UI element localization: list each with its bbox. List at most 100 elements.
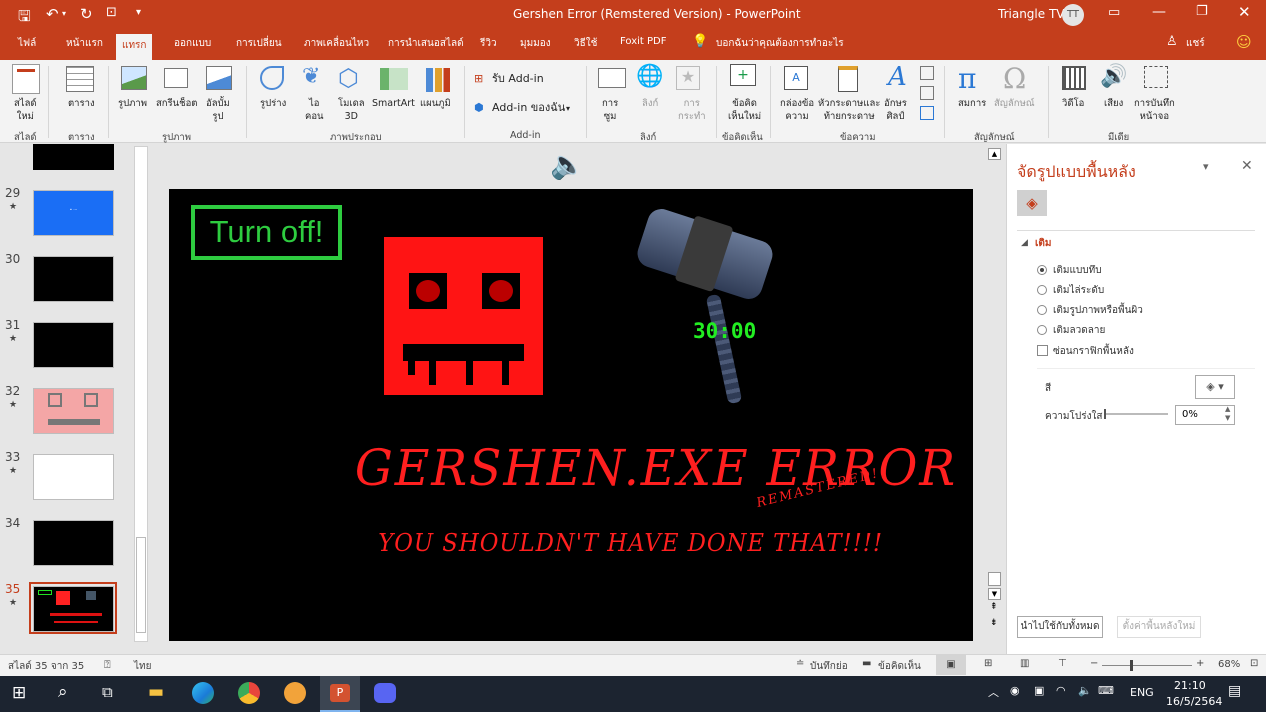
share-icon[interactable]: ♙ <box>1166 34 1178 49</box>
textbox-icon[interactable]: A <box>784 66 808 90</box>
pane-close-icon[interactable]: ✕ <box>1241 158 1253 174</box>
slide-sorter-icon[interactable]: ⊞ <box>984 658 992 669</box>
comments-button[interactable]: ข้อคิดเห็น <box>878 659 921 674</box>
smartart-button[interactable]: SmartArt <box>372 97 415 110</box>
slide-thumbnail-31[interactable] <box>33 322 114 368</box>
task-view-icon[interactable]: ⧉ <box>102 683 113 701</box>
clock-date[interactable]: 16/5/2564 <box>1166 695 1222 708</box>
previous-slide-icon[interactable]: ⇞ <box>990 602 998 612</box>
slideshow-view-icon[interactable]: ⊤ <box>1058 658 1067 669</box>
tab-insert[interactable]: แทรก <box>116 34 153 60</box>
video-icon[interactable] <box>1062 66 1086 90</box>
slide-number-icon[interactable] <box>920 86 934 100</box>
reading-view-icon[interactable]: ▥ <box>1020 658 1029 669</box>
input-language[interactable]: ENG <box>1130 686 1154 699</box>
solid-fill-radio[interactable] <box>1037 265 1047 275</box>
zoom-icon[interactable] <box>598 68 626 88</box>
tab-slideshow[interactable]: การนำเสนอสไลด์ <box>388 36 464 51</box>
fill-category-icon[interactable]: ◈ <box>1017 190 1047 216</box>
get-addins-button[interactable]: รับ Add-in <box>492 72 544 85</box>
screenshot-button[interactable]: สกรีนช็อต <box>156 97 197 110</box>
video-button[interactable]: วิดีโอ <box>1062 97 1084 110</box>
photo-album-icon[interactable] <box>206 66 232 90</box>
store-icon[interactable]: ⊞ <box>474 72 483 85</box>
screenshot-icon[interactable] <box>164 68 188 88</box>
language-indicator[interactable]: ไทย <box>134 659 151 674</box>
icons-icon[interactable]: ❦ <box>302 64 320 89</box>
picture-fill-radio[interactable] <box>1037 305 1047 315</box>
editor-scrollbar[interactable]: ▲ ▼ ⇞ ⇟ <box>986 144 1003 634</box>
textbox-button[interactable]: กล่องข้อ ความ <box>780 97 814 123</box>
header-footer-button[interactable]: หัวกระดาษและ ท้ายกระดาษ <box>818 97 880 123</box>
tab-transitions[interactable]: การเปลี่ยน <box>236 36 282 51</box>
apply-to-all-button[interactable]: นำไปใช้กับทั้งหมด <box>1017 616 1103 638</box>
zoom-out-icon[interactable]: − <box>1090 658 1098 669</box>
browser-icon[interactable] <box>284 682 306 704</box>
new-comment-icon[interactable]: + <box>730 64 756 86</box>
pattern-fill-radio[interactable] <box>1037 325 1047 335</box>
table-button[interactable]: ตาราง <box>68 97 95 110</box>
smartart-icon[interactable] <box>380 68 408 90</box>
transparency-spinner[interactable]: ▲ ▼ <box>1225 405 1230 423</box>
wordart-icon[interactable]: A <box>888 62 907 92</box>
notifications-icon[interactable]: ▤ <box>1228 683 1241 699</box>
chart-icon[interactable] <box>426 68 450 92</box>
smiley-icon[interactable]: ☺ <box>1236 33 1252 51</box>
zoom-in-icon[interactable]: + <box>1196 658 1204 669</box>
tell-me-search[interactable]: บอกฉันว่าคุณต้องการทำอะไร <box>716 36 844 51</box>
zoom-level[interactable]: 68% <box>1218 659 1240 670</box>
slide-canvas[interactable]: Turn off! 30:00 GERSHEN.EXE ERROR REMAST… <box>169 189 973 641</box>
avatar[interactable]: TT <box>1062 4 1084 26</box>
tab-help[interactable]: วิธีใช้ <box>574 36 597 51</box>
file-explorer-icon[interactable]: ▬ <box>148 682 164 702</box>
slide-thumbnail-34[interactable] <box>33 520 114 566</box>
new-slide-icon[interactable] <box>12 64 40 94</box>
slide-thumbnail-30[interactable] <box>33 256 114 302</box>
chrome-icon[interactable] <box>238 682 260 704</box>
action-button[interactable]: การ กระทำ <box>678 97 706 123</box>
3d-models-icon[interactable]: ⬡ <box>338 64 359 92</box>
link-icon[interactable]: 🌐 <box>636 64 663 89</box>
audio-speaker-icon[interactable]: 🔈 <box>550 148 585 181</box>
fill-expand-icon[interactable]: ◢ <box>1021 238 1028 248</box>
scroll-up-icon[interactable]: ▲ <box>988 148 1001 160</box>
clock-time[interactable]: 21:10 <box>1174 679 1206 692</box>
zoom-slider-thumb[interactable] <box>1130 660 1133 671</box>
search-icon[interactable]: ⌕ <box>58 682 68 702</box>
tray-app-icon[interactable]: ▣ <box>1034 684 1044 697</box>
my-addins-dropdown-icon[interactable]: ▾ <box>566 102 570 115</box>
normal-view-icon[interactable]: ▣ <box>936 655 966 675</box>
redo-icon[interactable]: ↻ <box>80 5 93 23</box>
shapes-icon[interactable] <box>260 66 284 90</box>
tab-foxit[interactable]: Foxit PDF <box>620 36 666 47</box>
link-button[interactable]: ลิงก์ <box>642 97 658 110</box>
audio-icon[interactable]: 🔊 <box>1100 64 1127 89</box>
slide-thumbnail-29[interactable]: • ··· <box>33 190 114 236</box>
ribbon-display-icon[interactable]: ▭ <box>1108 5 1120 20</box>
my-addins-icon[interactable]: ⬢ <box>474 101 484 114</box>
comments-icon[interactable]: ▬ <box>862 658 871 669</box>
new-slide-button[interactable]: สไลด์ ใหม่ <box>14 97 37 123</box>
symbol-button[interactable]: สัญลักษณ์ <box>994 97 1035 110</box>
slide-thumbnail-32[interactable] <box>33 388 114 434</box>
present-icon[interactable]: ⊡ <box>106 5 117 20</box>
thumbnail-scrollbar[interactable] <box>134 146 148 642</box>
wifi-icon[interactable]: ◠ <box>1056 684 1066 697</box>
date-time-icon[interactable] <box>920 66 934 80</box>
gradient-fill-radio[interactable] <box>1037 285 1047 295</box>
equation-button[interactable]: สมการ <box>958 97 986 110</box>
save-icon[interactable]: 🖫 <box>18 6 31 31</box>
pattern-fill-label[interactable]: เติมลวดลาย <box>1053 323 1105 338</box>
windows-start-icon[interactable]: ⊞ <box>12 683 26 703</box>
powerpoint-taskbar-button[interactable]: P <box>320 676 360 712</box>
tray-discord-icon[interactable]: ◉ <box>1010 684 1020 697</box>
edge-icon[interactable] <box>192 682 214 704</box>
zoom-button[interactable]: การ ซูม <box>602 97 618 123</box>
volume-icon[interactable]: 🔈 <box>1078 684 1092 697</box>
audio-button[interactable]: เสียง <box>1104 97 1123 110</box>
discord-icon[interactable] <box>374 683 396 703</box>
icons-button[interactable]: ไอ คอน <box>305 97 324 123</box>
undo-dropdown-icon[interactable]: ▾ <box>62 9 66 18</box>
minimize-icon[interactable]: — <box>1152 4 1166 20</box>
photo-album-button[interactable]: อัลบั้ม รูป <box>206 97 230 123</box>
